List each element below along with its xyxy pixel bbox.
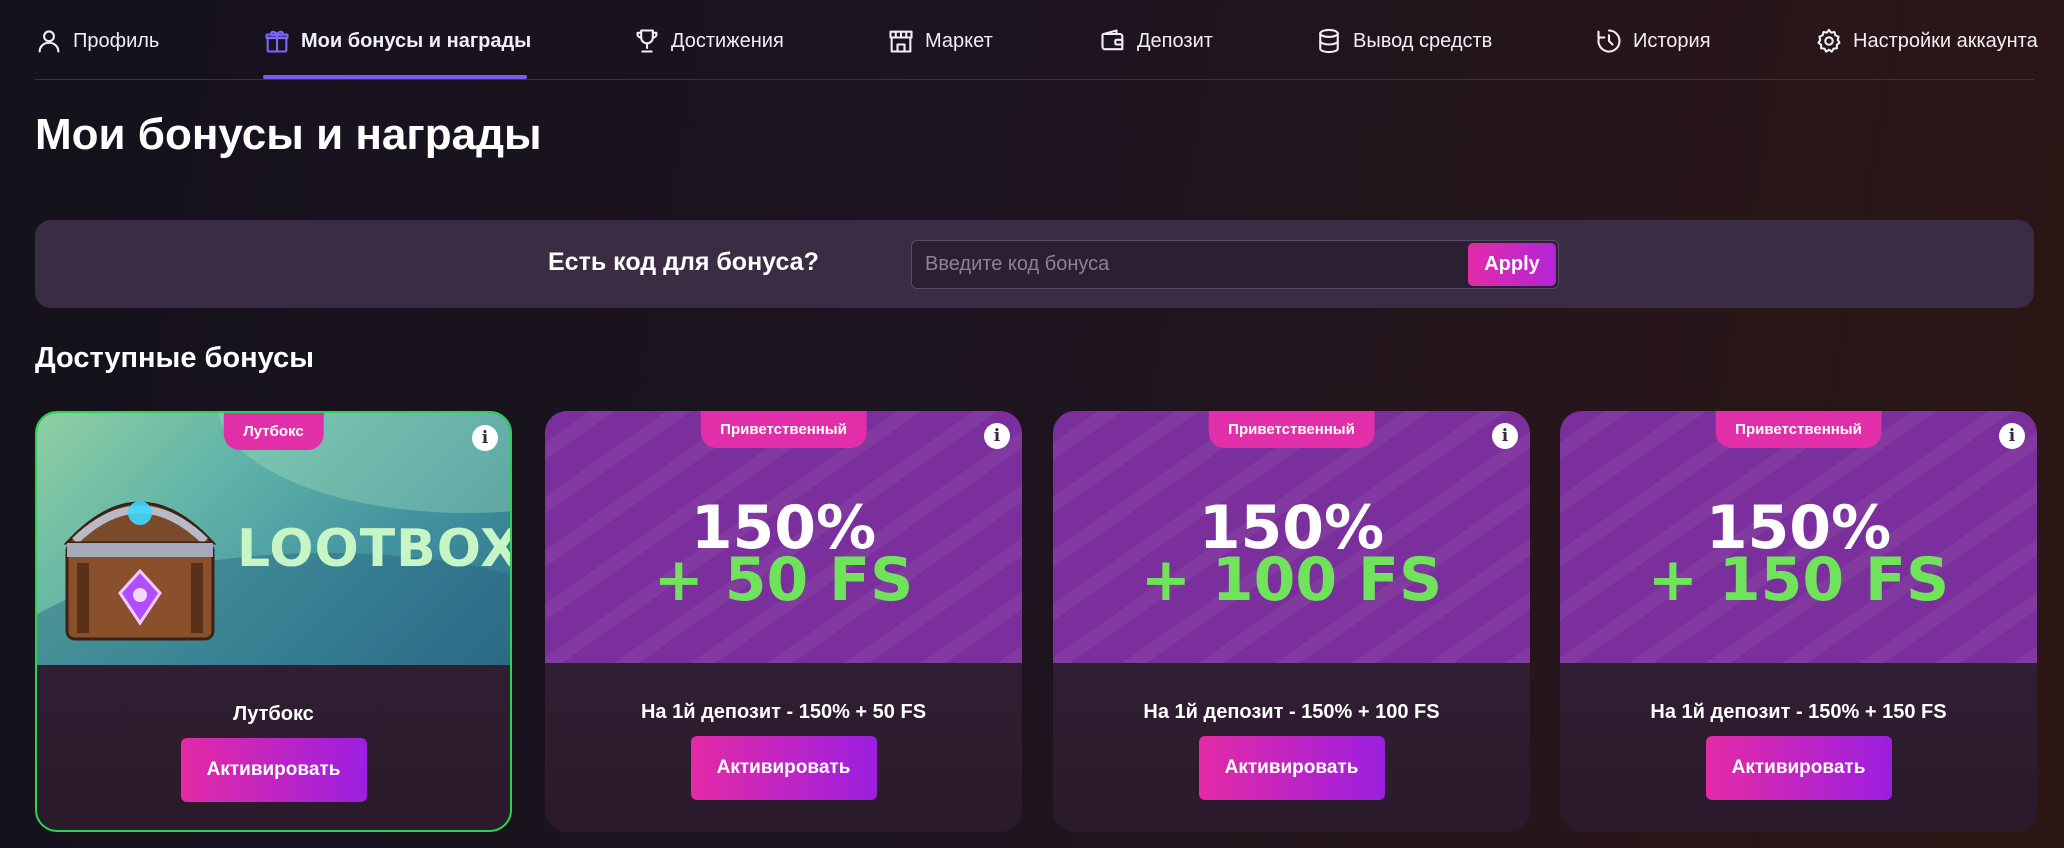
bonus-code-question: Есть код для бонуса? [548, 248, 819, 276]
nav-item-deposit[interactable]: Депозит [1099, 22, 1213, 60]
gift-icon [265, 30, 289, 53]
bonus-freespins-text: + 150 FS [1647, 545, 1950, 615]
nav-item-account-settings[interactable]: Настройки аккаунта [1815, 22, 2038, 60]
nav-item-label: Профиль [73, 29, 160, 52]
info-icon[interactable]: i [1999, 423, 2025, 449]
active-tab-indicator [263, 75, 527, 79]
bonus-code-field: Apply [911, 240, 1559, 289]
bonus-type-badge: Приветственный [1208, 411, 1375, 448]
database-icon [1319, 28, 1339, 54]
wallet-icon [1101, 29, 1124, 51]
bonus-card-lootbox: LOOTBOX Лутбокс i Лутбокс Активировать [35, 411, 512, 832]
lootbox-image-text: LOOTBOX [237, 519, 510, 579]
nav-item-market[interactable]: Маркет [887, 22, 993, 60]
user-icon [38, 30, 60, 53]
nav-item-bonuses[interactable]: Мои бонусы и награды [263, 22, 531, 60]
bonus-type-badge: Приветственный [700, 411, 867, 448]
activate-button[interactable]: Активировать [180, 738, 367, 802]
activate-button[interactable]: Активировать [1705, 736, 1892, 800]
nav-item-label: Депозит [1137, 29, 1213, 52]
nav-item-history[interactable]: История [1595, 22, 1711, 60]
nav-item-withdrawal[interactable]: Вывод средств [1315, 22, 1492, 60]
bonus-card-title: На 1й депозит - 150% + 150 FS [1650, 701, 1947, 723]
nav-item-label: Маркет [925, 29, 993, 52]
nav-item-label: Достижения [671, 29, 784, 52]
bonus-card-welcome-50fs: 150% + 50 FS Приветственный i На 1й депо… [545, 411, 1022, 832]
nav-item-label: Мои бонусы и награды [301, 29, 532, 52]
nav-item-profile[interactable]: Профиль [35, 22, 159, 60]
nav-item-label: История [1633, 29, 1711, 52]
bonus-card-welcome-100fs: 150% + 100 FS Приветственный i На 1й деп… [1053, 411, 1530, 832]
bonus-card-image: 150% + 50 FS [545, 411, 1022, 663]
bonus-card-image: LOOTBOX [37, 413, 510, 665]
bonus-card-title: На 1й депозит - 150% + 100 FS [1143, 701, 1440, 723]
store-icon [889, 30, 913, 53]
bonus-freespins-text: + 100 FS [1140, 545, 1443, 615]
section-title: Доступные бонусы [35, 342, 314, 374]
apply-button[interactable]: Apply [1468, 243, 1556, 286]
info-icon[interactable]: i [1492, 423, 1518, 449]
activate-button[interactable]: Активировать [690, 736, 877, 800]
bonus-code-input[interactable] [912, 241, 1432, 288]
bonus-type-badge: Лутбокс [223, 413, 324, 450]
nav-item-achievements[interactable]: Достижения [633, 22, 784, 60]
trophy-icon [636, 29, 658, 53]
nav-item-label: Вывод средств [1353, 29, 1493, 52]
history-icon [1597, 29, 1621, 53]
bonus-card-image: 150% + 100 FS [1053, 411, 1530, 663]
info-icon[interactable]: i [984, 423, 1010, 449]
bonus-code-panel: Есть код для бонуса? Apply [35, 220, 2034, 308]
nav-item-label: Настройки аккаунта [1853, 29, 2038, 52]
bonus-type-badge: Приветственный [1715, 411, 1882, 448]
info-icon[interactable]: i [472, 425, 498, 451]
bonus-card-title: Лутбокс [233, 703, 314, 725]
page-title: Мои бонусы и награды [35, 110, 542, 159]
top-nav: Профиль Мои бонусы и награды Достижения … [35, 0, 2038, 80]
activate-button[interactable]: Активировать [1198, 736, 1385, 800]
bonus-card-title: На 1й депозит - 150% + 50 FS [640, 701, 927, 723]
bonus-freespins-text: + 50 FS [653, 545, 914, 615]
gear-icon [1817, 28, 1841, 53]
treasure-chest-icon [55, 473, 225, 658]
bonus-card-welcome-150fs: 150% + 150 FS Приветственный i На 1й деп… [1560, 411, 2037, 832]
bonus-card-image: 150% + 150 FS [1560, 411, 2037, 663]
